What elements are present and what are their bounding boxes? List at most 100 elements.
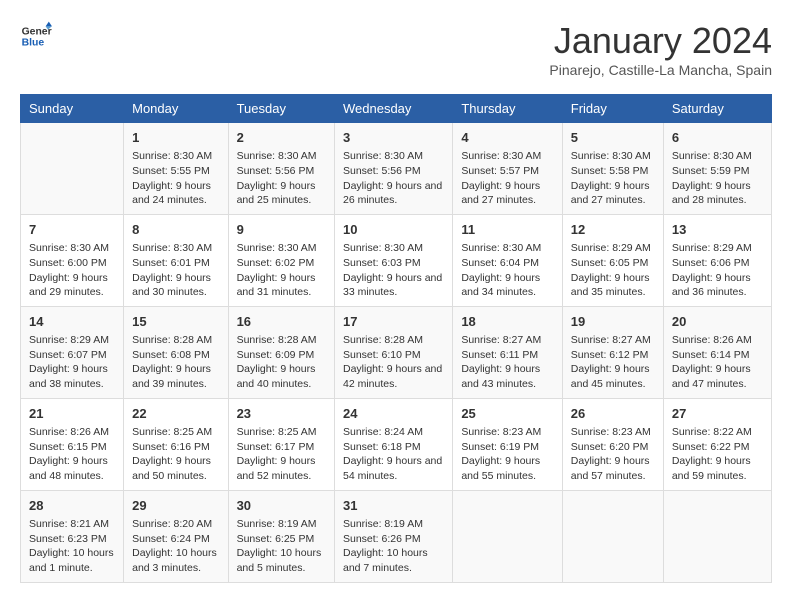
calendar-cell: 9Sunrise: 8:30 AMSunset: 6:02 PMDaylight…	[228, 214, 334, 306]
daylight-text: Daylight: 9 hours and 36 minutes.	[672, 271, 763, 300]
sunset-text: Sunset: 6:18 PM	[343, 440, 444, 455]
sunrise-text: Sunrise: 8:29 AM	[672, 241, 763, 256]
logo: General Blue	[20, 20, 52, 52]
day-number: 3	[343, 129, 444, 147]
calendar-week-row: 14Sunrise: 8:29 AMSunset: 6:07 PMDayligh…	[21, 306, 772, 398]
sunrise-text: Sunrise: 8:27 AM	[571, 333, 655, 348]
sunrise-text: Sunrise: 8:30 AM	[132, 149, 219, 164]
day-number: 25	[461, 405, 553, 423]
sunset-text: Sunset: 6:10 PM	[343, 348, 444, 363]
sunset-text: Sunset: 6:25 PM	[237, 532, 326, 547]
sunrise-text: Sunrise: 8:26 AM	[29, 425, 115, 440]
day-number: 20	[672, 313, 763, 331]
sunset-text: Sunset: 6:09 PM	[237, 348, 326, 363]
sunrise-text: Sunrise: 8:19 AM	[343, 517, 444, 532]
calendar-cell: 23Sunrise: 8:25 AMSunset: 6:17 PMDayligh…	[228, 398, 334, 490]
daylight-text: Daylight: 9 hours and 27 minutes.	[461, 179, 553, 208]
calendar-cell: 7Sunrise: 8:30 AMSunset: 6:00 PMDaylight…	[21, 214, 124, 306]
sunset-text: Sunset: 6:26 PM	[343, 532, 444, 547]
calendar-cell: 3Sunrise: 8:30 AMSunset: 5:56 PMDaylight…	[334, 123, 452, 215]
calendar-cell: 6Sunrise: 8:30 AMSunset: 5:59 PMDaylight…	[663, 123, 771, 215]
header-day-wednesday: Wednesday	[334, 95, 452, 123]
day-number: 17	[343, 313, 444, 331]
calendar-cell: 24Sunrise: 8:24 AMSunset: 6:18 PMDayligh…	[334, 398, 452, 490]
day-number: 2	[237, 129, 326, 147]
calendar-header-row: SundayMondayTuesdayWednesdayThursdayFrid…	[21, 95, 772, 123]
daylight-text: Daylight: 9 hours and 28 minutes.	[672, 179, 763, 208]
sunset-text: Sunset: 5:56 PM	[343, 164, 444, 179]
daylight-text: Daylight: 9 hours and 31 minutes.	[237, 271, 326, 300]
sunrise-text: Sunrise: 8:30 AM	[461, 149, 553, 164]
sunrise-text: Sunrise: 8:30 AM	[343, 241, 444, 256]
sunrise-text: Sunrise: 8:20 AM	[132, 517, 219, 532]
calendar-week-row: 1Sunrise: 8:30 AMSunset: 5:55 PMDaylight…	[21, 123, 772, 215]
header: General Blue January 2024 Pinarejo, Cast…	[20, 20, 772, 78]
daylight-text: Daylight: 9 hours and 55 minutes.	[461, 454, 553, 483]
daylight-text: Daylight: 9 hours and 38 minutes.	[29, 362, 115, 391]
day-number: 19	[571, 313, 655, 331]
daylight-text: Daylight: 9 hours and 26 minutes.	[343, 179, 444, 208]
calendar-cell: 10Sunrise: 8:30 AMSunset: 6:03 PMDayligh…	[334, 214, 452, 306]
day-number: 15	[132, 313, 219, 331]
day-number: 14	[29, 313, 115, 331]
sunset-text: Sunset: 6:00 PM	[29, 256, 115, 271]
daylight-text: Daylight: 10 hours and 3 minutes.	[132, 546, 219, 575]
calendar-cell: 8Sunrise: 8:30 AMSunset: 6:01 PMDaylight…	[124, 214, 228, 306]
daylight-text: Daylight: 9 hours and 43 minutes.	[461, 362, 553, 391]
sunrise-text: Sunrise: 8:26 AM	[672, 333, 763, 348]
calendar-cell: 16Sunrise: 8:28 AMSunset: 6:09 PMDayligh…	[228, 306, 334, 398]
calendar-cell: 11Sunrise: 8:30 AMSunset: 6:04 PMDayligh…	[453, 214, 562, 306]
day-number: 29	[132, 497, 219, 515]
header-day-monday: Monday	[124, 95, 228, 123]
header-day-friday: Friday	[562, 95, 663, 123]
sunset-text: Sunset: 6:11 PM	[461, 348, 553, 363]
calendar-cell: 28Sunrise: 8:21 AMSunset: 6:23 PMDayligh…	[21, 490, 124, 582]
daylight-text: Daylight: 9 hours and 33 minutes.	[343, 271, 444, 300]
sunrise-text: Sunrise: 8:23 AM	[571, 425, 655, 440]
calendar-cell: 22Sunrise: 8:25 AMSunset: 6:16 PMDayligh…	[124, 398, 228, 490]
calendar-cell: 21Sunrise: 8:26 AMSunset: 6:15 PMDayligh…	[21, 398, 124, 490]
sunset-text: Sunset: 6:04 PM	[461, 256, 553, 271]
calendar-cell: 18Sunrise: 8:27 AMSunset: 6:11 PMDayligh…	[453, 306, 562, 398]
day-number: 5	[571, 129, 655, 147]
header-day-tuesday: Tuesday	[228, 95, 334, 123]
day-number: 27	[672, 405, 763, 423]
daylight-text: Daylight: 9 hours and 42 minutes.	[343, 362, 444, 391]
header-day-saturday: Saturday	[663, 95, 771, 123]
day-number: 9	[237, 221, 326, 239]
sunrise-text: Sunrise: 8:30 AM	[237, 241, 326, 256]
sunrise-text: Sunrise: 8:30 AM	[461, 241, 553, 256]
day-number: 7	[29, 221, 115, 239]
day-number: 28	[29, 497, 115, 515]
page-subtitle: Pinarejo, Castille-La Mancha, Spain	[549, 62, 772, 78]
sunrise-text: Sunrise: 8:22 AM	[672, 425, 763, 440]
day-number: 16	[237, 313, 326, 331]
day-number: 6	[672, 129, 763, 147]
sunrise-text: Sunrise: 8:25 AM	[132, 425, 219, 440]
sunset-text: Sunset: 6:16 PM	[132, 440, 219, 455]
sunset-text: Sunset: 6:17 PM	[237, 440, 326, 455]
sunrise-text: Sunrise: 8:30 AM	[29, 241, 115, 256]
daylight-text: Daylight: 9 hours and 54 minutes.	[343, 454, 444, 483]
calendar-cell: 12Sunrise: 8:29 AMSunset: 6:05 PMDayligh…	[562, 214, 663, 306]
sunrise-text: Sunrise: 8:28 AM	[237, 333, 326, 348]
day-number: 13	[672, 221, 763, 239]
daylight-text: Daylight: 9 hours and 57 minutes.	[571, 454, 655, 483]
day-number: 23	[237, 405, 326, 423]
daylight-text: Daylight: 9 hours and 45 minutes.	[571, 362, 655, 391]
logo-icon: General Blue	[20, 20, 52, 52]
calendar-cell: 14Sunrise: 8:29 AMSunset: 6:07 PMDayligh…	[21, 306, 124, 398]
daylight-text: Daylight: 10 hours and 5 minutes.	[237, 546, 326, 575]
daylight-text: Daylight: 9 hours and 50 minutes.	[132, 454, 219, 483]
sunrise-text: Sunrise: 8:25 AM	[237, 425, 326, 440]
day-number: 24	[343, 405, 444, 423]
sunset-text: Sunset: 6:20 PM	[571, 440, 655, 455]
sunrise-text: Sunrise: 8:21 AM	[29, 517, 115, 532]
day-number: 30	[237, 497, 326, 515]
sunset-text: Sunset: 6:07 PM	[29, 348, 115, 363]
sunrise-text: Sunrise: 8:28 AM	[132, 333, 219, 348]
day-number: 8	[132, 221, 219, 239]
daylight-text: Daylight: 9 hours and 30 minutes.	[132, 271, 219, 300]
calendar-cell	[562, 490, 663, 582]
daylight-text: Daylight: 9 hours and 34 minutes.	[461, 271, 553, 300]
